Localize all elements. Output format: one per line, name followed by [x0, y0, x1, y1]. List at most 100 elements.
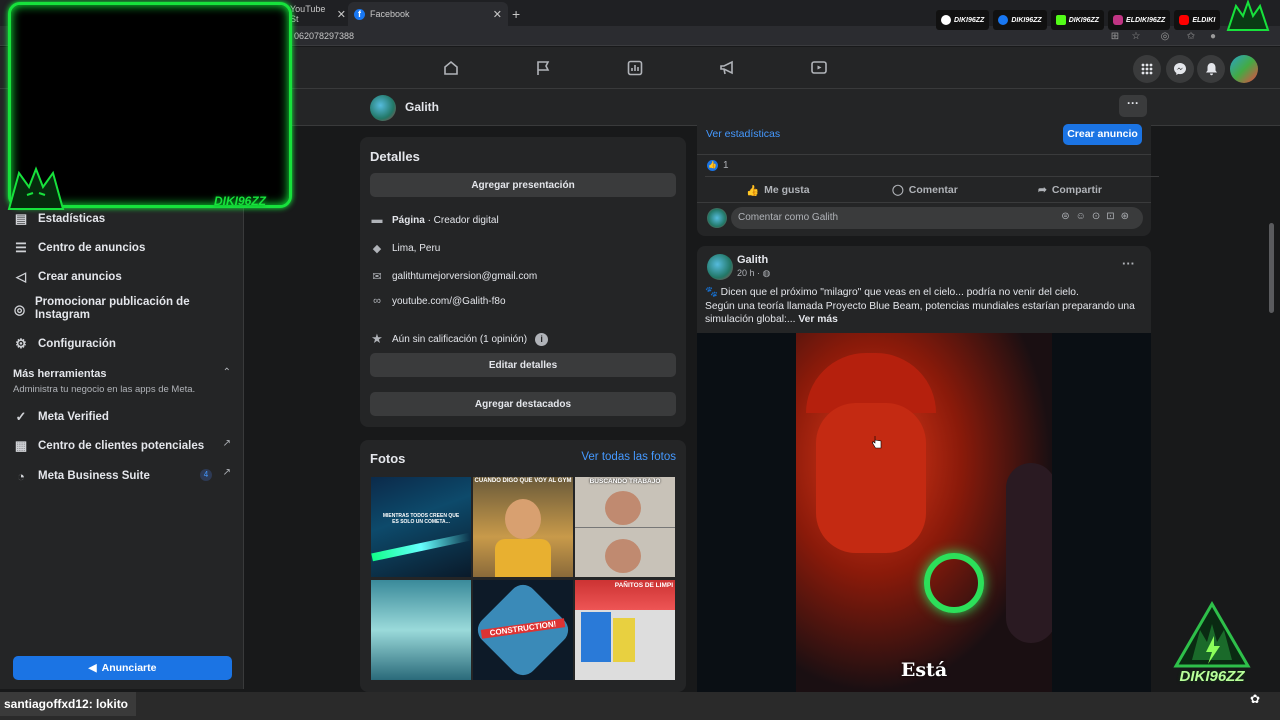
chat-text: : lokito — [88, 697, 129, 711]
gear-icon[interactable]: ✿ — [1250, 692, 1266, 708]
profile-icon[interactable]: ● — [1206, 29, 1220, 43]
url-field[interactable]: 062078297388 — [294, 31, 354, 41]
face-shape — [505, 499, 541, 539]
see-more-link[interactable]: Ver más — [798, 314, 838, 325]
globe-icon: ◍ — [762, 268, 771, 278]
video-icon[interactable] — [810, 59, 828, 77]
tab-facebook[interactable]: f Facebook ✕ — [348, 2, 508, 26]
website-link[interactable]: youtube.com/@Galith-f8o — [392, 296, 506, 307]
sidebar-item-label: Configuración — [38, 338, 116, 350]
reaction-count[interactable]: 1 — [723, 160, 729, 171]
category-label: Página — [392, 214, 425, 226]
face-shape — [605, 491, 641, 525]
like-button[interactable]: 👍 Me gusta — [746, 180, 810, 200]
more-options-button[interactable]: ··· — [1119, 95, 1147, 117]
close-icon[interactable]: ✕ — [493, 8, 502, 21]
photo-thumbnail[interactable]: MIENTRAS TODOS CREEN QUE ES SOLO UN COME… — [371, 477, 471, 577]
grid-icon — [1141, 63, 1153, 75]
add-featured-button[interactable]: Agregar destacados — [370, 392, 676, 416]
new-tab-button[interactable]: + — [512, 2, 528, 26]
sidebar-item-label: Meta Business Suite — [38, 470, 150, 482]
overlay-brand: DIKI96ZZ — [214, 194, 267, 208]
profile-avatar[interactable] — [1230, 55, 1258, 83]
author-avatar[interactable] — [707, 254, 733, 280]
tab-youtube[interactable]: YouTube St ✕ — [288, 2, 346, 26]
post-line: simulación global:... — [705, 314, 796, 325]
glow-ring — [924, 553, 984, 613]
sidebar-item-create-ads[interactable]: ◁ Crear anuncios — [12, 268, 122, 286]
photo-caption: PAÑITOS DE LIMPI — [614, 582, 673, 589]
bookmark-star-icon[interactable]: ☆ — [1129, 29, 1143, 43]
scrollbar-thumb[interactable] — [1269, 223, 1274, 313]
anunciarte-button[interactable]: ◀ Anunciarte — [13, 656, 232, 680]
create-ad-button[interactable]: Crear anuncio — [1063, 124, 1142, 145]
insights-icon[interactable] — [626, 59, 644, 77]
menu-grid-button[interactable] — [1133, 55, 1161, 83]
photo-thumbnail[interactable]: PAÑITOS DE LIMPI — [575, 580, 675, 680]
photo-thumbnail[interactable]: CONSTRUCTION! — [473, 580, 573, 680]
view-stats-link[interactable]: Ver estadísticas — [706, 128, 780, 140]
tiktok-badge: DIKI96ZZ — [936, 10, 990, 30]
edit-details-button[interactable]: Editar detalles — [370, 353, 676, 377]
megaphone-icon[interactable] — [718, 59, 736, 77]
chat-username: santiagoffxd12 — [4, 697, 89, 711]
divider — [697, 202, 1151, 203]
comment-button[interactable]: ◯ Comentar — [892, 180, 958, 200]
silhouette-shape — [1006, 463, 1052, 643]
product-shape — [613, 618, 635, 662]
sidebar-item-promote-instagram[interactable]: ◎ Promocionar publicación de Instagram — [12, 296, 212, 322]
video-player[interactable]: Está — [697, 333, 1151, 692]
comment-icon: ◯ — [892, 184, 904, 196]
corner-logo-icon — [1222, 0, 1274, 32]
post-options-icon[interactable]: ··· — [1122, 256, 1135, 271]
post-timestamp[interactable]: 20 h · ◍ — [737, 268, 770, 279]
divider — [697, 154, 1151, 155]
info-icon[interactable]: i — [535, 332, 549, 346]
details-title: Detalles — [370, 149, 420, 164]
email-text[interactable]: galithtumejorversion@gmail.com — [392, 271, 537, 282]
notifications-button[interactable] — [1197, 55, 1225, 83]
category-text: Página · Creador digital — [392, 215, 499, 226]
instagram-icon — [1113, 15, 1124, 25]
comment-tools-icons[interactable]: ⊜☺⊙⊡⊛ — [1061, 211, 1135, 222]
external-link-icon: ↗ — [222, 438, 231, 449]
kick-icon — [1055, 15, 1066, 25]
share-button[interactable]: ➦ Compartir — [1038, 180, 1102, 200]
photo-thumbnail[interactable]: BUSCANDO TRABAJO — [575, 477, 675, 577]
location-row: ◆ Lima, Peru — [370, 241, 441, 255]
anunciarte-label: Anunciarte — [101, 662, 157, 674]
sidebar-item-meta-verified[interactable]: ✓ Meta Verified — [12, 408, 109, 426]
see-all-photos-link[interactable]: Ver todas las fotos — [581, 451, 676, 463]
home-icon[interactable] — [442, 59, 460, 77]
comment-input[interactable]: Comentar como Galith ⊜☺⊙⊡⊛ — [731, 207, 1143, 229]
translate-icon[interactable]: ⊞ — [1108, 29, 1122, 43]
cursor-hand-icon — [872, 435, 882, 449]
sidebar-item-settings[interactable]: ⚙ Configuración — [12, 335, 116, 353]
divider — [575, 527, 675, 528]
star-icon: ★ — [371, 331, 383, 346]
favorites-icon[interactable]: ✩ — [1184, 29, 1198, 43]
instagram-handle: ELDIKI96ZZ — [1126, 16, 1166, 24]
photo-caption — [371, 580, 471, 680]
post-author[interactable]: Galith — [737, 254, 768, 266]
photo-thumbnail[interactable]: CUANDO DIGO QUE VOY AL GYM — [473, 477, 573, 577]
flag-icon[interactable] — [534, 59, 552, 77]
extension-icon[interactable]: ◎ — [1158, 29, 1172, 43]
page-name[interactable]: Galith — [405, 100, 439, 114]
facebook-handle: DIKI96ZZ — [1011, 16, 1042, 24]
sidebar-item-business-suite[interactable]: ◔ Meta Business Suite — [12, 467, 150, 485]
instagram-badge: ELDIKI96ZZ — [1108, 10, 1171, 30]
stream-chat-bar — [0, 692, 1280, 720]
page-avatar[interactable] — [370, 95, 396, 121]
add-intro-button[interactable]: Agregar presentación — [370, 173, 676, 197]
messenger-button[interactable] — [1166, 55, 1194, 83]
link-icon: ∞ — [373, 295, 381, 307]
chevron-up-icon[interactable]: ⌃ — [223, 367, 231, 378]
sidebar-item-ads-center[interactable]: ☰ Centro de anuncios — [12, 239, 145, 257]
external-link-icon: ↗ — [222, 467, 231, 478]
instagram-icon: ◎ — [13, 302, 26, 317]
page-scrollbar[interactable] — [1268, 89, 1276, 689]
sidebar-item-leads-center[interactable]: ▦ Centro de clientes potenciales — [12, 437, 232, 455]
photo-thumbnail[interactable] — [371, 580, 471, 680]
close-icon[interactable]: ✕ — [337, 8, 346, 21]
